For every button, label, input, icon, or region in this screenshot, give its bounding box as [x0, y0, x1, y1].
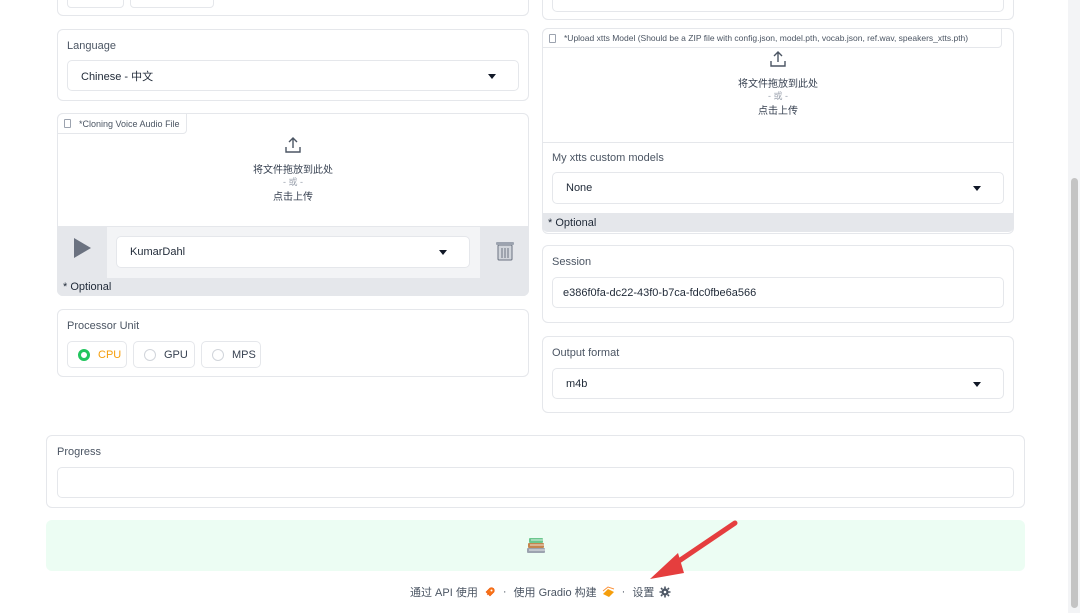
radio-cpu-circle[interactable] — [78, 348, 90, 361]
radio-gpu-label: GPU — [164, 348, 188, 361]
file-icon — [549, 33, 556, 43]
progress-label: Progress — [57, 446, 102, 458]
xtts-drop-text: 将文件拖放到此处 — [738, 79, 818, 90]
chevron-down-icon — [439, 250, 447, 255]
voice-upload-chip-label: *Cloning Voice Audio File — [79, 118, 180, 129]
convert-banner-button[interactable] — [46, 520, 1025, 571]
language-label: Language — [67, 40, 116, 52]
file-icon — [64, 119, 71, 128]
processor-label: Processor Unit — [67, 320, 140, 332]
chevron-down-icon — [973, 186, 981, 191]
footer-settings-link[interactable]: 设置 — [632, 584, 654, 600]
voice-or-text: - 或 - — [283, 177, 303, 187]
gradio-logo-icon — [602, 586, 614, 597]
radio-mps-circle[interactable] — [212, 348, 224, 361]
custom-models-dropdown[interactable]: None — [552, 172, 1004, 204]
radio-mps-label: MPS — [232, 348, 256, 361]
rocket-icon — [485, 587, 495, 597]
upload-icon — [770, 51, 786, 67]
delete-button[interactable] — [480, 226, 529, 278]
custom-models-optional-note: * Optional — [542, 213, 1014, 232]
chevron-down-icon — [973, 381, 981, 387]
radio-gpu[interactable]: GPU — [133, 341, 195, 368]
custom-models-label: My xtts custom models — [552, 152, 664, 164]
xtts-upload-chip: *Upload xtts Model (Should be a ZIP file… — [542, 28, 1002, 48]
voice-click-text: 点击上传 — [273, 192, 313, 203]
top-left-button-1[interactable] — [67, 0, 124, 8]
language-dropdown[interactable]: Chinese - 中文 — [67, 60, 519, 91]
session-value: e386f0fa-dc22-43f0-b7ca-fdc0fbe6a566 — [563, 286, 757, 299]
books-icon — [527, 538, 545, 553]
voice-dropdown[interactable]: KumarDahl — [116, 236, 470, 268]
play-button[interactable] — [57, 226, 107, 278]
annotation-arrow-icon — [650, 520, 738, 579]
voice-drop-text: 将文件拖放到此处 — [253, 165, 333, 176]
progress-field[interactable] — [57, 467, 1014, 498]
chevron-down-icon — [488, 73, 496, 79]
output-format-dropdown[interactable]: m4b — [552, 368, 1004, 399]
radio-cpu-label: CPU — [98, 348, 122, 361]
footer: 通过 API 使用 · 使用 Gradio 构建 · 设置 — [410, 584, 671, 600]
voice-upload-dropzone[interactable]: 将文件拖放到此处 - 或 - 点击上传 — [57, 134, 529, 226]
top-left-card — [57, 0, 529, 16]
top-right-field[interactable]: internal — [552, 0, 1004, 12]
custom-models-divider — [542, 142, 1014, 143]
xtts-upload-chip-label: *Upload xtts Model (Should be a ZIP file… — [564, 33, 969, 43]
xtts-upload-dropzone[interactable]: 将文件拖放到此处 - 或 - 点击上传 — [542, 48, 1014, 142]
trash-icon — [496, 242, 514, 261]
output-format-selected: m4b — [566, 377, 588, 390]
footer-sep-2: · — [621, 586, 626, 598]
custom-models-selected: None — [566, 182, 593, 194]
xtts-click-text: 点击上传 — [758, 106, 798, 117]
xtts-or-text: - 或 - — [768, 91, 788, 101]
voice-selected: KumarDahl — [130, 246, 186, 258]
footer-gradio-link[interactable]: 使用 Gradio 构建 — [514, 584, 597, 600]
top-left-button-2[interactable] — [130, 0, 214, 8]
language-selected: Chinese - 中文 — [81, 70, 154, 83]
session-label: Session — [552, 256, 592, 268]
radio-cpu[interactable]: CPU — [67, 341, 127, 368]
voice-optional-note: * Optional — [57, 278, 529, 296]
voice-upload-chip: *Cloning Voice Audio File — [57, 113, 187, 134]
gear-icon[interactable] — [659, 586, 671, 598]
session-input[interactable]: e386f0fa-dc22-43f0-b7ca-fdc0fbe6a566 — [552, 277, 1004, 308]
play-icon — [74, 238, 91, 258]
radio-mps[interactable]: MPS — [201, 341, 261, 368]
footer-sep-1: · — [502, 586, 507, 598]
scrollbar-thumb[interactable] — [1071, 178, 1078, 608]
radio-gpu-circle[interactable] — [144, 348, 156, 361]
output-format-label: Output format — [552, 347, 620, 359]
upload-icon — [285, 137, 301, 153]
footer-api-link[interactable]: 通过 API 使用 — [410, 584, 478, 600]
